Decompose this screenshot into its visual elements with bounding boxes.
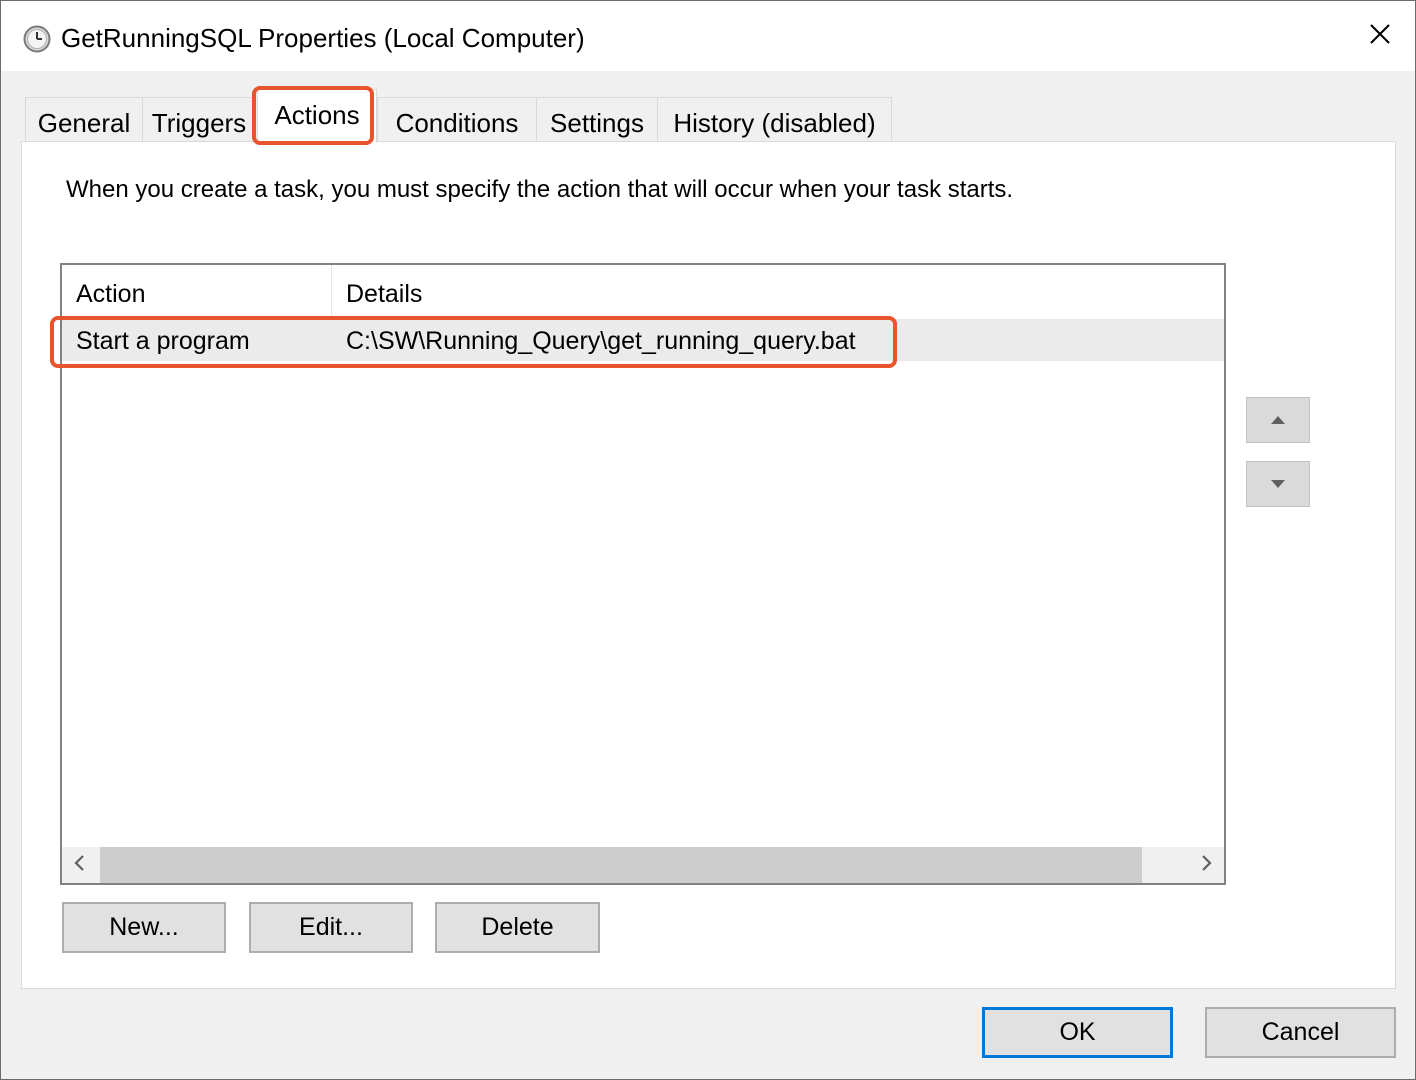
delete-button[interactable]: Delete	[435, 902, 600, 953]
tab-triggers[interactable]: Triggers	[142, 97, 256, 141]
close-icon	[1369, 23, 1391, 50]
title-bar: GetRunningSQL Properties (Local Computer…	[1, 1, 1415, 71]
clock-icon	[23, 25, 51, 53]
properties-dialog: GetRunningSQL Properties (Local Computer…	[0, 0, 1416, 1080]
scrollbar-thumb[interactable]	[100, 847, 1142, 883]
table-row[interactable]: Start a program C:\SW\Running_Query\get_…	[62, 319, 1224, 361]
edit-button[interactable]: Edit...	[249, 902, 413, 953]
actions-list[interactable]: Action Details Start a program C:\SW\Run…	[60, 263, 1226, 885]
chevron-right-icon	[1199, 854, 1213, 877]
row-action-cell: Start a program	[76, 327, 250, 355]
scroll-left-button[interactable]	[62, 847, 98, 883]
row-details-cell: C:\SW\Running_Query\get_running_query.ba…	[346, 327, 856, 355]
move-up-button[interactable]	[1246, 397, 1310, 443]
tab-settings[interactable]: Settings	[536, 97, 658, 141]
chevron-left-icon	[73, 854, 87, 877]
triangle-down-icon	[1271, 475, 1285, 493]
ok-button[interactable]: OK	[982, 1007, 1173, 1058]
move-down-button[interactable]	[1246, 461, 1310, 507]
close-button[interactable]	[1345, 1, 1415, 71]
list-header: Action Details	[62, 265, 1224, 317]
scroll-right-button[interactable]	[1188, 847, 1224, 883]
instructions-text: When you create a task, you must specify…	[66, 176, 1014, 203]
window-title: GetRunningSQL Properties (Local Computer…	[61, 23, 585, 53]
tab-actions[interactable]: Actions	[257, 89, 377, 143]
column-header-details[interactable]: Details	[332, 265, 1212, 317]
cancel-button[interactable]: Cancel	[1205, 1007, 1396, 1058]
tab-conditions[interactable]: Conditions	[377, 97, 537, 141]
triangle-up-icon	[1271, 411, 1285, 429]
tab-general[interactable]: General	[25, 97, 143, 141]
horizontal-scrollbar[interactable]	[62, 847, 1224, 883]
column-header-action[interactable]: Action	[62, 265, 332, 317]
actions-panel: When you create a task, you must specify…	[21, 141, 1396, 989]
new-button[interactable]: New...	[62, 902, 226, 953]
tab-history[interactable]: History (disabled)	[657, 97, 892, 141]
